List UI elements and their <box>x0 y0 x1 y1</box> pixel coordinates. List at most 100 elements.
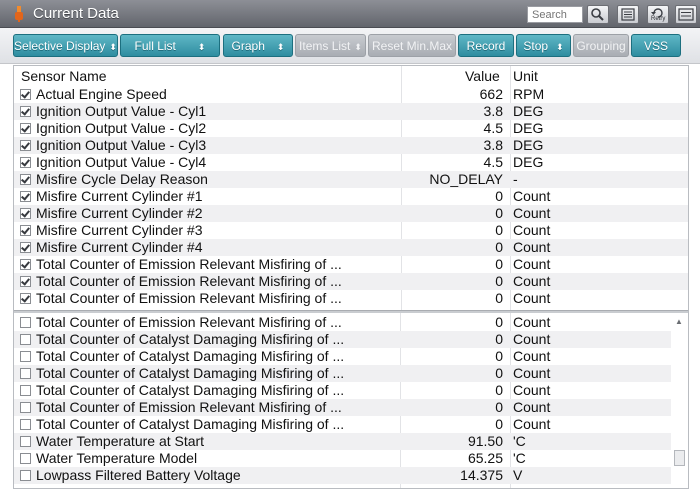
table-row[interactable]: Total Counter of Emission Relevant Misfi… <box>14 314 688 331</box>
record-button[interactable]: Record <box>458 34 514 57</box>
sensor-value: 662 <box>479 86 503 102</box>
header-sensor-name[interactable]: Sensor Name <box>21 68 107 84</box>
record-label: Record <box>466 39 506 53</box>
vss-label: VSS <box>643 39 668 53</box>
row-checkbox[interactable] <box>20 317 31 328</box>
table-row[interactable]: Total Counter of Emission Relevant Misfi… <box>14 273 688 290</box>
current-data-window: Current Data Retry <box>0 0 700 499</box>
full-list-button[interactable]: Full List ⬍ <box>120 34 220 57</box>
graph-button[interactable]: Graph ⬍ <box>223 34 293 57</box>
graph-label: Graph <box>231 39 265 53</box>
table-row[interactable]: Water Temperature Model 65.25 'C <box>14 450 688 467</box>
row-checkbox[interactable] <box>20 385 31 396</box>
table-row[interactable]: Total Counter of Emission Relevant Misfi… <box>14 399 688 416</box>
sensor-value: 0 <box>495 365 503 381</box>
sensor-unit: Count <box>513 416 551 432</box>
items-list-button[interactable]: Items List ⬍ <box>295 34 366 57</box>
row-checkbox[interactable] <box>20 351 31 362</box>
sensor-name: Total Counter of Emission Relevant Misfi… <box>36 256 342 272</box>
row-checkbox[interactable] <box>20 259 31 270</box>
row-checkbox[interactable] <box>20 191 31 202</box>
sensor-value: 0 <box>495 399 503 415</box>
table-row[interactable]: Misfire Current Cylinder #3 0 Count <box>14 222 688 239</box>
table-row[interactable]: Total Counter of Emission Relevant Misfi… <box>14 290 688 307</box>
row-checkbox[interactable] <box>20 157 31 168</box>
scroll-up-icon[interactable]: ▲ <box>675 317 683 326</box>
table-row[interactable]: Total Counter of Emission Relevant Misfi… <box>14 256 688 273</box>
table-row[interactable]: Ignition Output Value - Cyl3 3.8 DEG <box>14 137 688 154</box>
header-unit[interactable]: Unit <box>513 68 538 84</box>
list-view-button[interactable] <box>617 5 639 24</box>
sensor-name: Total Counter of Emission Relevant Misfi… <box>36 273 342 289</box>
table-row[interactable]: Ignition Output Value - Cyl2 4.5 DEG <box>14 120 688 137</box>
full-list-label: Full List <box>134 39 176 53</box>
sensor-name: Total Counter of Catalyst Damaging Misfi… <box>36 331 345 347</box>
search-input[interactable] <box>527 6 583 23</box>
table-row[interactable]: Misfire Current Cylinder #2 0 Count <box>14 205 688 222</box>
row-checkbox[interactable] <box>20 174 31 185</box>
sensor-name: Lowpass Filtered Battery Voltage <box>36 467 241 483</box>
grouping-label: Grouping <box>576 39 626 53</box>
sensor-unit: 'C <box>513 433 526 449</box>
table-row[interactable]: Lowpass Filtered Battery Voltage 14.375 V <box>14 467 688 484</box>
pane-splitter[interactable] <box>14 310 688 313</box>
sensor-name: Ignition Output Value - Cyl2 <box>36 120 207 136</box>
table-row[interactable]: Misfire Current Cylinder #4 0 Count <box>14 239 688 256</box>
sensor-name: Ignition Output Value - Cyl4 <box>36 154 207 170</box>
sensor-name: Misfire Current Cylinder #3 <box>36 222 203 238</box>
sensor-name: Total Counter of Emission Relevant Misfi… <box>36 314 342 330</box>
row-checkbox[interactable] <box>20 436 31 447</box>
row-checkbox[interactable] <box>20 334 31 345</box>
selective-display-button[interactable]: Selective Display ⬍ <box>13 34 118 57</box>
row-checkbox[interactable] <box>20 208 31 219</box>
row-checkbox[interactable] <box>20 368 31 379</box>
table-row[interactable]: Misfire Cycle Delay Reason NO_DELAY - <box>14 171 688 188</box>
grouping-button[interactable]: Grouping <box>573 34 629 57</box>
row-checkbox[interactable] <box>20 140 31 151</box>
sensor-unit: Count <box>513 314 551 330</box>
row-checkbox[interactable] <box>20 225 31 236</box>
sensor-unit: Count <box>513 222 551 238</box>
table-row[interactable]: Total Counter of Catalyst Damaging Misfi… <box>14 382 688 399</box>
row-checkbox[interactable] <box>20 470 31 481</box>
row-checkbox[interactable] <box>20 276 31 287</box>
header-value[interactable]: Value <box>465 68 500 84</box>
table-row[interactable]: Total Counter of Catalyst Damaging Misfi… <box>14 416 688 433</box>
row-checkbox[interactable] <box>20 293 31 304</box>
sensor-value: 91.50 <box>467 433 503 449</box>
row-checkbox[interactable] <box>20 106 31 117</box>
table-row[interactable]: Water Temperature at Start 91.50 'C <box>14 433 688 450</box>
reset-min-max-label: Reset Min.Max <box>371 39 453 53</box>
sensor-unit: - <box>513 171 518 187</box>
scrollbar-thumb[interactable] <box>674 450 685 466</box>
row-checkbox[interactable] <box>20 123 31 134</box>
table-row[interactable]: Misfire Current Cylinder #1 0 Count <box>14 188 688 205</box>
sensor-unit: Count <box>513 331 551 347</box>
sensor-unit: Count <box>513 205 551 221</box>
row-checkbox[interactable] <box>20 89 31 100</box>
chevron-updown-icon: ⬍ <box>276 42 285 52</box>
menu-button[interactable] <box>675 5 697 24</box>
list-view-icon <box>621 8 635 21</box>
sensor-value: 3.8 <box>483 103 503 119</box>
row-checkbox[interactable] <box>20 453 31 464</box>
table-row[interactable]: Total Counter of Catalyst Damaging Misfi… <box>14 348 688 365</box>
reset-min-max-button[interactable]: Reset Min.Max <box>368 34 456 57</box>
table-row[interactable]: Ignition Output Value - Cyl1 3.8 DEG <box>14 103 688 120</box>
sensor-unit: DEG <box>513 137 544 153</box>
table-row[interactable]: Ignition Output Value - Cyl4 4.5 DEG <box>14 154 688 171</box>
search-button[interactable] <box>587 5 609 24</box>
vss-button[interactable]: VSS <box>631 34 681 57</box>
vertical-scrollbar[interactable]: ▲ <box>671 313 688 488</box>
retry-button[interactable]: Retry <box>647 5 669 24</box>
sensor-name: Misfire Current Cylinder #2 <box>36 205 203 221</box>
table-row[interactable]: Total Counter of Catalyst Damaging Misfi… <box>14 331 688 348</box>
sensor-unit: Count <box>513 348 551 364</box>
table-row[interactable]: Actual Engine Speed 662 RPM <box>14 86 688 103</box>
stop-button[interactable]: Stop ⬍ <box>516 34 571 57</box>
row-checkbox[interactable] <box>20 242 31 253</box>
table-row[interactable]: Total Counter of Catalyst Damaging Misfi… <box>14 365 688 382</box>
row-checkbox[interactable] <box>20 419 31 430</box>
row-checkbox[interactable] <box>20 402 31 413</box>
sensor-name: Total Counter of Catalyst Damaging Misfi… <box>36 382 345 398</box>
